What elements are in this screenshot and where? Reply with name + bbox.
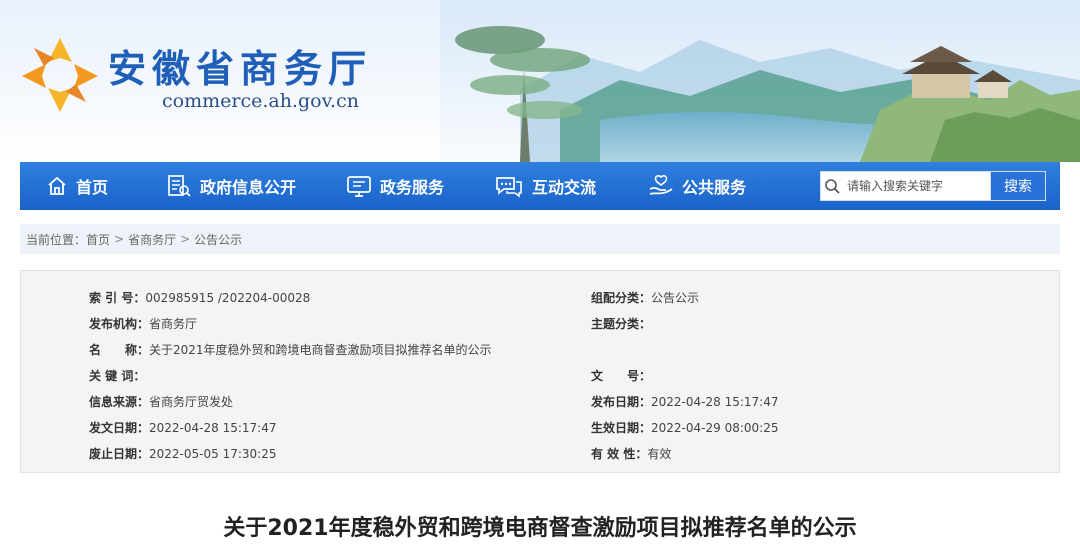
search-input[interactable] [843, 173, 983, 199]
meta-publisher: 发布机构：省商务厅 [89, 317, 198, 331]
article-title: 关于2021年度稳外贸和跨境电商督查激励项目拟推荐名单的公示 [223, 516, 857, 541]
document-icon [168, 175, 191, 197]
search-icon [825, 179, 840, 194]
meta-pubdate: 发布日期：2022-04-28 15:17:47 [591, 395, 779, 409]
meta-expire: 废止日期：2022-05-05 17:30:25 [89, 447, 277, 461]
breadcrumb-home[interactable]: 首页 [86, 231, 110, 248]
breadcrumb-separator: > [114, 232, 125, 246]
nav-item-home[interactable]: 首页 [46, 162, 108, 210]
chat-icon [496, 177, 522, 198]
site-domain: commerce.ah.gov.cn [162, 90, 359, 112]
metadata-panel: 索 引 号：002985915 /202204-00028 组配分类：公告公示 … [20, 270, 1060, 473]
site-title: 安徽省商务厅 [108, 47, 373, 91]
monitor-icon [347, 176, 371, 197]
header-banner: 安徽省商务厅 commerce.ah.gov.cn [0, 0, 1080, 162]
home-icon [48, 176, 66, 195]
nav-item-interaction[interactable]: 互动交流 [494, 162, 596, 210]
nav-item-label: 互动交流 [532, 178, 597, 197]
main-nav: 首页 政府信息公开 政务服务 互动交流 公共服务 请输入搜索关键字 搜索 [20, 162, 1060, 210]
nav-item-label: 政府信息公开 [200, 178, 297, 197]
logo-icon [22, 38, 98, 112]
meta-docno: 文 号： [591, 369, 652, 383]
breadcrumb-separator: > [180, 232, 191, 246]
meta-name: 名 称：关于2021年度稳外贸和跨境电商督查激励项目拟推荐名单的公示 [89, 343, 492, 357]
meta-source: 信息来源：省商务厅贸发处 [89, 395, 234, 409]
nav-item-gov-services[interactable]: 政务服务 [346, 162, 444, 210]
meta-keywords: 关 键 词： [89, 369, 146, 383]
breadcrumb-department[interactable]: 省商务厅 [128, 231, 176, 248]
breadcrumb-announcements[interactable]: 公告公示 [194, 231, 242, 248]
nav-item-label: 政务服务 [380, 178, 445, 197]
nav-item-info-disclosure[interactable]: 政府信息公开 [166, 162, 296, 210]
meta-category: 组配分类：公告公示 [591, 291, 700, 305]
search-box [820, 171, 992, 201]
meta-effective: 生效日期：2022-04-29 08:00:25 [591, 421, 779, 435]
search-button[interactable]: 搜索 [990, 171, 1046, 201]
breadcrumb: 当前位置： 首页 > 省商务厅 > 公告公示 [20, 224, 1060, 254]
breadcrumb-prefix: 当前位置： [26, 232, 87, 247]
hands-icon [649, 175, 673, 195]
nav-item-public-services[interactable]: 公共服务 [648, 162, 746, 210]
nav-item-label: 公共服务 [682, 178, 747, 197]
meta-issuedate: 发文日期：2022-04-28 15:17:47 [89, 421, 277, 435]
meta-topic: 主题分类： [591, 317, 652, 331]
nav-item-label: 首页 [76, 178, 109, 197]
meta-validity: 有 效 性：有效 [591, 447, 672, 461]
meta-index: 索 引 号：002985915 /202204-00028 [89, 291, 311, 305]
